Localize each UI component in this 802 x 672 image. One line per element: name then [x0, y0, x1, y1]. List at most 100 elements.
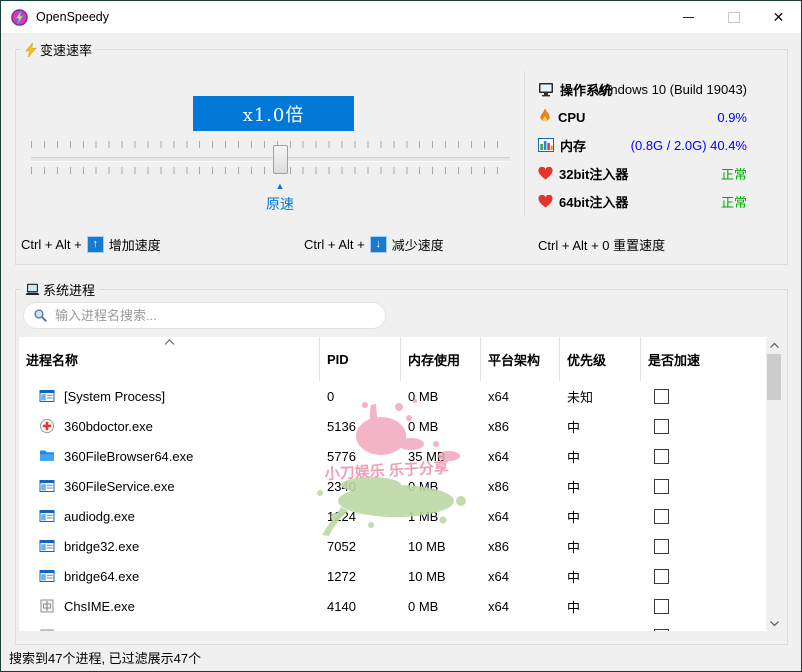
medical-icon — [39, 418, 55, 434]
cell-priority: 中 — [560, 597, 641, 616]
cell-process-name: bridge64.exe — [19, 568, 320, 584]
search-icon — [33, 308, 48, 323]
cell-process-name — [19, 628, 320, 631]
chevron-up-icon — [770, 343, 779, 348]
accelerate-checkbox[interactable] — [654, 599, 669, 614]
table-row[interactable] — [19, 621, 782, 631]
process-name: bridge32.exe — [64, 539, 139, 554]
table-row[interactable]: 360FileBrowser64.exe577635 MBx64中 — [19, 441, 782, 471]
cell-process-name: 360FileService.exe — [19, 478, 320, 494]
lightning-icon — [25, 43, 37, 57]
cell-arch: x64 — [481, 509, 560, 524]
table-row[interactable]: 360FileService.exe23400 MBx86中 — [19, 471, 782, 501]
vertical-scrollbar[interactable] — [766, 337, 782, 631]
header-memory[interactable]: 内存使用 — [401, 337, 481, 381]
app-logo-icon — [11, 9, 28, 26]
accelerate-checkbox[interactable] — [654, 629, 669, 632]
slider-ticks-top — [31, 141, 510, 148]
cell-priority: 中 — [560, 477, 641, 496]
slider-ticks-bottom — [31, 167, 510, 174]
process-name: 360bdoctor.exe — [64, 419, 153, 434]
cell-memory: 35 MB — [401, 449, 481, 464]
minimize-button[interactable] — [666, 1, 711, 33]
laptop-icon — [25, 283, 40, 296]
memory-chart-icon — [538, 138, 554, 152]
cell-priority: 中 — [560, 567, 641, 586]
maximize-icon — [728, 12, 740, 23]
accelerate-checkbox[interactable] — [654, 479, 669, 494]
cell-arch: x64 — [481, 569, 560, 584]
cell-accelerate — [641, 539, 766, 554]
cell-pid: 1224 — [320, 509, 401, 524]
cell-priority: 中 — [560, 417, 641, 436]
shortcut-decrease: Ctrl + Alt + ↓ 减少速度 — [304, 235, 444, 254]
cell-priority: 中 — [560, 447, 641, 466]
search-input[interactable] — [53, 307, 357, 324]
table-row[interactable]: audiodg.exe12241 MBx64中 — [19, 501, 782, 531]
openspeedy-window: OpenSpeedy ✕ 变速速率 x1.0倍 ▲ 原速 操作系统 Window… — [0, 0, 802, 672]
cell-accelerate — [641, 479, 766, 494]
cell-process-name: ChsIME.exe — [19, 598, 320, 614]
cell-process-name: [System Process] — [19, 388, 320, 404]
cell-accelerate — [641, 509, 766, 524]
scroll-down-button[interactable] — [766, 615, 782, 631]
accelerate-checkbox[interactable] — [654, 569, 669, 584]
slider-track[interactable] — [31, 157, 510, 162]
chevron-down-icon — [770, 621, 779, 626]
origin-marker-icon: ▲ — [267, 181, 293, 191]
slider-handle[interactable] — [273, 145, 288, 174]
cell-pid: 2340 — [320, 479, 401, 494]
cell-arch: x64 — [481, 599, 560, 614]
cell-arch: x86 — [481, 539, 560, 554]
process-table: 进程名称 PID 内存使用 平台架构 优先级 是否加速 [System Proc… — [19, 337, 782, 631]
cell-pid: 1272 — [320, 569, 401, 584]
cell-memory: 10 MB — [401, 539, 481, 554]
table-row[interactable]: 360bdoctor.exe51360 MBx86中 — [19, 411, 782, 441]
header-pid[interactable]: PID — [320, 337, 401, 381]
table-row[interactable]: ChsIME.exe41400 MBx64中 — [19, 591, 782, 621]
scrollbar-thumb[interactable] — [767, 354, 781, 400]
maximize-button[interactable] — [711, 1, 756, 33]
process-name: bridge64.exe — [64, 569, 139, 584]
accelerate-checkbox[interactable] — [654, 509, 669, 524]
header-arch[interactable]: 平台架构 — [481, 337, 560, 381]
close-icon: ✕ — [773, 10, 785, 24]
process-group-legend: 系统进程 — [21, 281, 99, 298]
speed-value-label: x1.0倍 — [193, 96, 354, 131]
accelerate-checkbox[interactable] — [654, 419, 669, 434]
app-window-icon — [39, 478, 55, 494]
table-row[interactable]: bridge32.exe705210 MBx86中 — [19, 531, 782, 561]
close-button[interactable]: ✕ — [756, 1, 801, 33]
scroll-up-button[interactable] — [766, 337, 782, 353]
info-row-injector32: 32bit注入器 — [538, 162, 749, 184]
cell-memory: 0 MB — [401, 389, 481, 404]
cell-accelerate — [641, 629, 766, 632]
speed-group-title: 变速速率 — [40, 40, 92, 59]
table-row[interactable]: [System Process]00 MBx64未知 — [19, 381, 782, 411]
shortcut-text: Ctrl + Alt + — [21, 237, 82, 252]
shortcut-reset: Ctrl + Alt + 0 重置速度 — [538, 235, 665, 254]
process-name: 360FileBrowser64.exe — [64, 449, 193, 464]
cell-pid: 7052 — [320, 539, 401, 554]
accelerate-checkbox[interactable] — [654, 449, 669, 464]
header-accelerate[interactable]: 是否加速 — [641, 337, 766, 381]
info-label: 64bit注入器 — [559, 192, 628, 211]
cell-process-name: 360FileBrowser64.exe — [19, 448, 320, 464]
table-row[interactable]: bridge64.exe127210 MBx64中 — [19, 561, 782, 591]
process-table-body: [System Process]00 MBx64未知 360bdoctor.exe… — [19, 381, 782, 631]
cell-process-name: bridge32.exe — [19, 538, 320, 554]
cell-memory: 0 MB — [401, 599, 481, 614]
cell-pid: 5136 — [320, 419, 401, 434]
header-priority[interactable]: 优先级 — [560, 337, 641, 381]
cell-process-name: 360bdoctor.exe — [19, 418, 320, 434]
accelerate-checkbox[interactable] — [654, 389, 669, 404]
info-label: CPU — [558, 110, 585, 125]
cell-memory: 0 MB — [401, 419, 481, 434]
accelerate-checkbox[interactable] — [654, 539, 669, 554]
info-label: 内存 — [560, 136, 586, 155]
cell-pid: 4140 — [320, 599, 401, 614]
cell-priority: 未知 — [560, 387, 641, 406]
process-group-title: 系统进程 — [43, 280, 95, 299]
info-label: 32bit注入器 — [559, 164, 628, 183]
info-value-injector64: 正常 — [721, 190, 747, 212]
